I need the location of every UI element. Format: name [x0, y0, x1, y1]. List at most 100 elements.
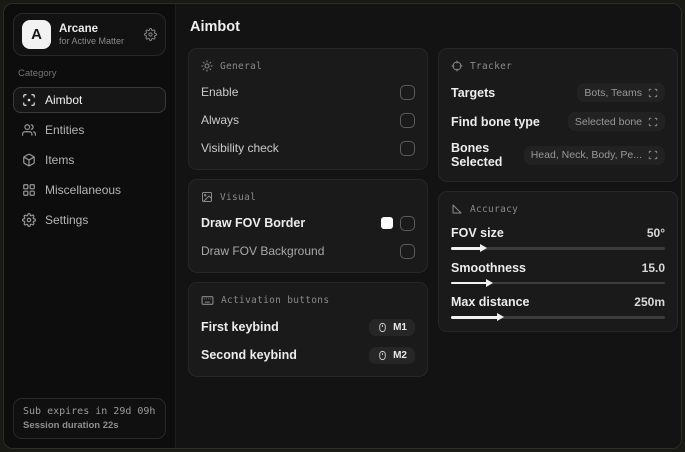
settings-gear-icon[interactable]	[144, 28, 157, 41]
subscription-info-card: Sub expires in 29d 09h Session duration …	[13, 398, 166, 439]
slider-value: 250m	[634, 295, 665, 309]
enable-checkbox[interactable]	[400, 84, 415, 100]
sidebar-item-label: Entities	[45, 123, 85, 137]
keyboard-icon	[201, 294, 214, 307]
brand-card: A Arcane for Active Matter	[13, 13, 166, 56]
setting-label: Bones Selected	[451, 141, 503, 169]
slider-fill	[451, 244, 487, 253]
sun-icon	[201, 60, 213, 72]
select-value: Bots, Teams	[584, 86, 642, 99]
brand-name: Arcane	[59, 22, 98, 35]
app-window: A Arcane for Active Matter Category Aimb…	[3, 3, 682, 449]
layout-grid-icon	[22, 183, 36, 197]
tracker-card: Tracker Targets Bots, Teams Find bone ty…	[438, 48, 678, 182]
sidebar-item-aimbot[interactable]: Aimbot	[13, 87, 166, 113]
setting-label: Always	[201, 113, 240, 127]
slider-fill	[451, 278, 494, 287]
setting-row-first-keybind: First keybind M1	[201, 318, 415, 336]
visibility-check-checkbox[interactable]	[400, 140, 415, 156]
triangle-ruler-icon	[451, 203, 463, 215]
slider-label: Max distance	[451, 295, 530, 309]
sidebar-item-label: Miscellaneous	[45, 183, 122, 197]
slider-thumb[interactable]	[486, 278, 494, 287]
setting-row-visibility-check: Visibility check	[201, 139, 415, 157]
select-value: Head, Neck, Body, Pe...	[530, 149, 642, 161]
visual-card-header: Visual	[201, 191, 415, 203]
general-card: General Enable Always Visibility check	[188, 48, 428, 170]
tracker-card-header: Tracker	[451, 60, 665, 72]
expand-select-icon	[648, 117, 658, 127]
sidebar-item-label: Settings	[45, 213, 89, 227]
right-column: Tracker Targets Bots, Teams Find bone ty…	[438, 48, 678, 332]
smoothness-slider[interactable]	[451, 278, 665, 287]
sidebar-item-entities[interactable]: Entities	[13, 117, 166, 143]
expand-select-icon	[648, 150, 658, 160]
slider-label: FOV size	[451, 226, 504, 240]
find-bone-type-select[interactable]: Selected bone	[567, 112, 665, 131]
activation-buttons-card: Activation buttons First keybind M1 Seco…	[188, 282, 428, 377]
page-title: Aimbot	[190, 19, 240, 35]
crosshair-icon	[451, 60, 463, 72]
expand-select-icon	[648, 88, 658, 98]
setting-row-draw-fov-border: Draw FOV Border	[201, 214, 415, 232]
slider-label: Smoothness	[451, 260, 527, 275]
keybind-value: M2	[393, 349, 407, 361]
setting-label: Visibility check	[201, 141, 279, 155]
slider-value: 15.0	[641, 260, 665, 275]
card-title: Activation buttons	[221, 295, 330, 306]
sidebar-item-label: Items	[45, 153, 75, 167]
visual-card: Visual Draw FOV Border Draw FOV Backgrou…	[188, 179, 428, 273]
sidebar-item-items[interactable]: Items	[13, 147, 166, 173]
gear-icon	[22, 213, 36, 227]
slider-thumb[interactable]	[479, 244, 487, 253]
brand-subtitle: for Active Matter	[59, 36, 125, 47]
scan-icon	[22, 93, 36, 107]
select-value: Selected bone	[574, 115, 642, 128]
setting-row-targets: Targets Bots, Teams	[451, 83, 665, 102]
draw-fov-border-checkbox[interactable]	[400, 215, 415, 231]
sidebar-item-label: Aimbot	[45, 93, 83, 107]
sidebar-item-miscellaneous[interactable]: Miscellaneous	[13, 177, 166, 203]
fov-size-slider[interactable]	[451, 244, 665, 253]
accuracy-card: Accuracy FOV size 50° Smoothness 15.0 Ma…	[438, 191, 678, 332]
users-icon	[22, 123, 36, 137]
sidebar: A Arcane for Active Matter Category Aimb…	[4, 4, 176, 448]
setting-label: Enable	[201, 85, 239, 99]
max-distance-slider[interactable]	[451, 313, 665, 322]
brand-logo: A	[22, 20, 51, 49]
sidebar-item-settings[interactable]: Settings	[13, 207, 166, 233]
smoothness-slider-group: Smoothness 15.0	[451, 260, 665, 287]
mouse-icon	[377, 350, 388, 361]
setting-row-bones-selected: Bones Selected Head, Neck, Body, Pe...	[451, 141, 665, 169]
always-checkbox[interactable]	[400, 112, 415, 128]
category-label: Category	[18, 68, 57, 79]
setting-row-enable: Enable	[201, 83, 415, 101]
draw-fov-background-checkbox[interactable]	[400, 243, 415, 259]
setting-label: Second keybind	[201, 348, 297, 362]
card-title: Accuracy	[470, 203, 519, 215]
session-duration-text: Session duration 22s	[23, 420, 119, 431]
max-distance-slider-group: Max distance 250m	[451, 295, 665, 322]
card-title: General	[220, 60, 263, 72]
general-card-header: General	[201, 60, 415, 72]
setting-label: First keybind	[201, 320, 279, 334]
setting-label: Find bone type	[451, 114, 540, 129]
first-keybind-button[interactable]: M1	[369, 318, 415, 336]
fov-border-color-swatch[interactable]	[381, 217, 393, 229]
card-title: Visual	[220, 191, 257, 203]
left-column: General Enable Always Visibility check V…	[188, 48, 428, 377]
setting-row-draw-fov-background: Draw FOV Background	[201, 242, 415, 260]
targets-select[interactable]: Bots, Teams	[577, 83, 665, 102]
setting-label: Draw FOV Background	[201, 244, 325, 258]
slider-thumb[interactable]	[497, 313, 505, 322]
image-icon	[201, 191, 213, 203]
main-content: Aimbot General Enable Always Visibility …	[176, 4, 681, 448]
mouse-icon	[377, 322, 388, 333]
setting-row-always: Always	[201, 111, 415, 129]
box-icon	[22, 153, 36, 167]
setting-row-find-bone-type: Find bone type Selected bone	[451, 112, 665, 131]
bones-selected-select[interactable]: Head, Neck, Body, Pe...	[523, 145, 665, 165]
second-keybind-button[interactable]: M2	[369, 346, 415, 364]
activation-card-header: Activation buttons	[201, 294, 415, 307]
slider-value: 50°	[646, 226, 665, 240]
